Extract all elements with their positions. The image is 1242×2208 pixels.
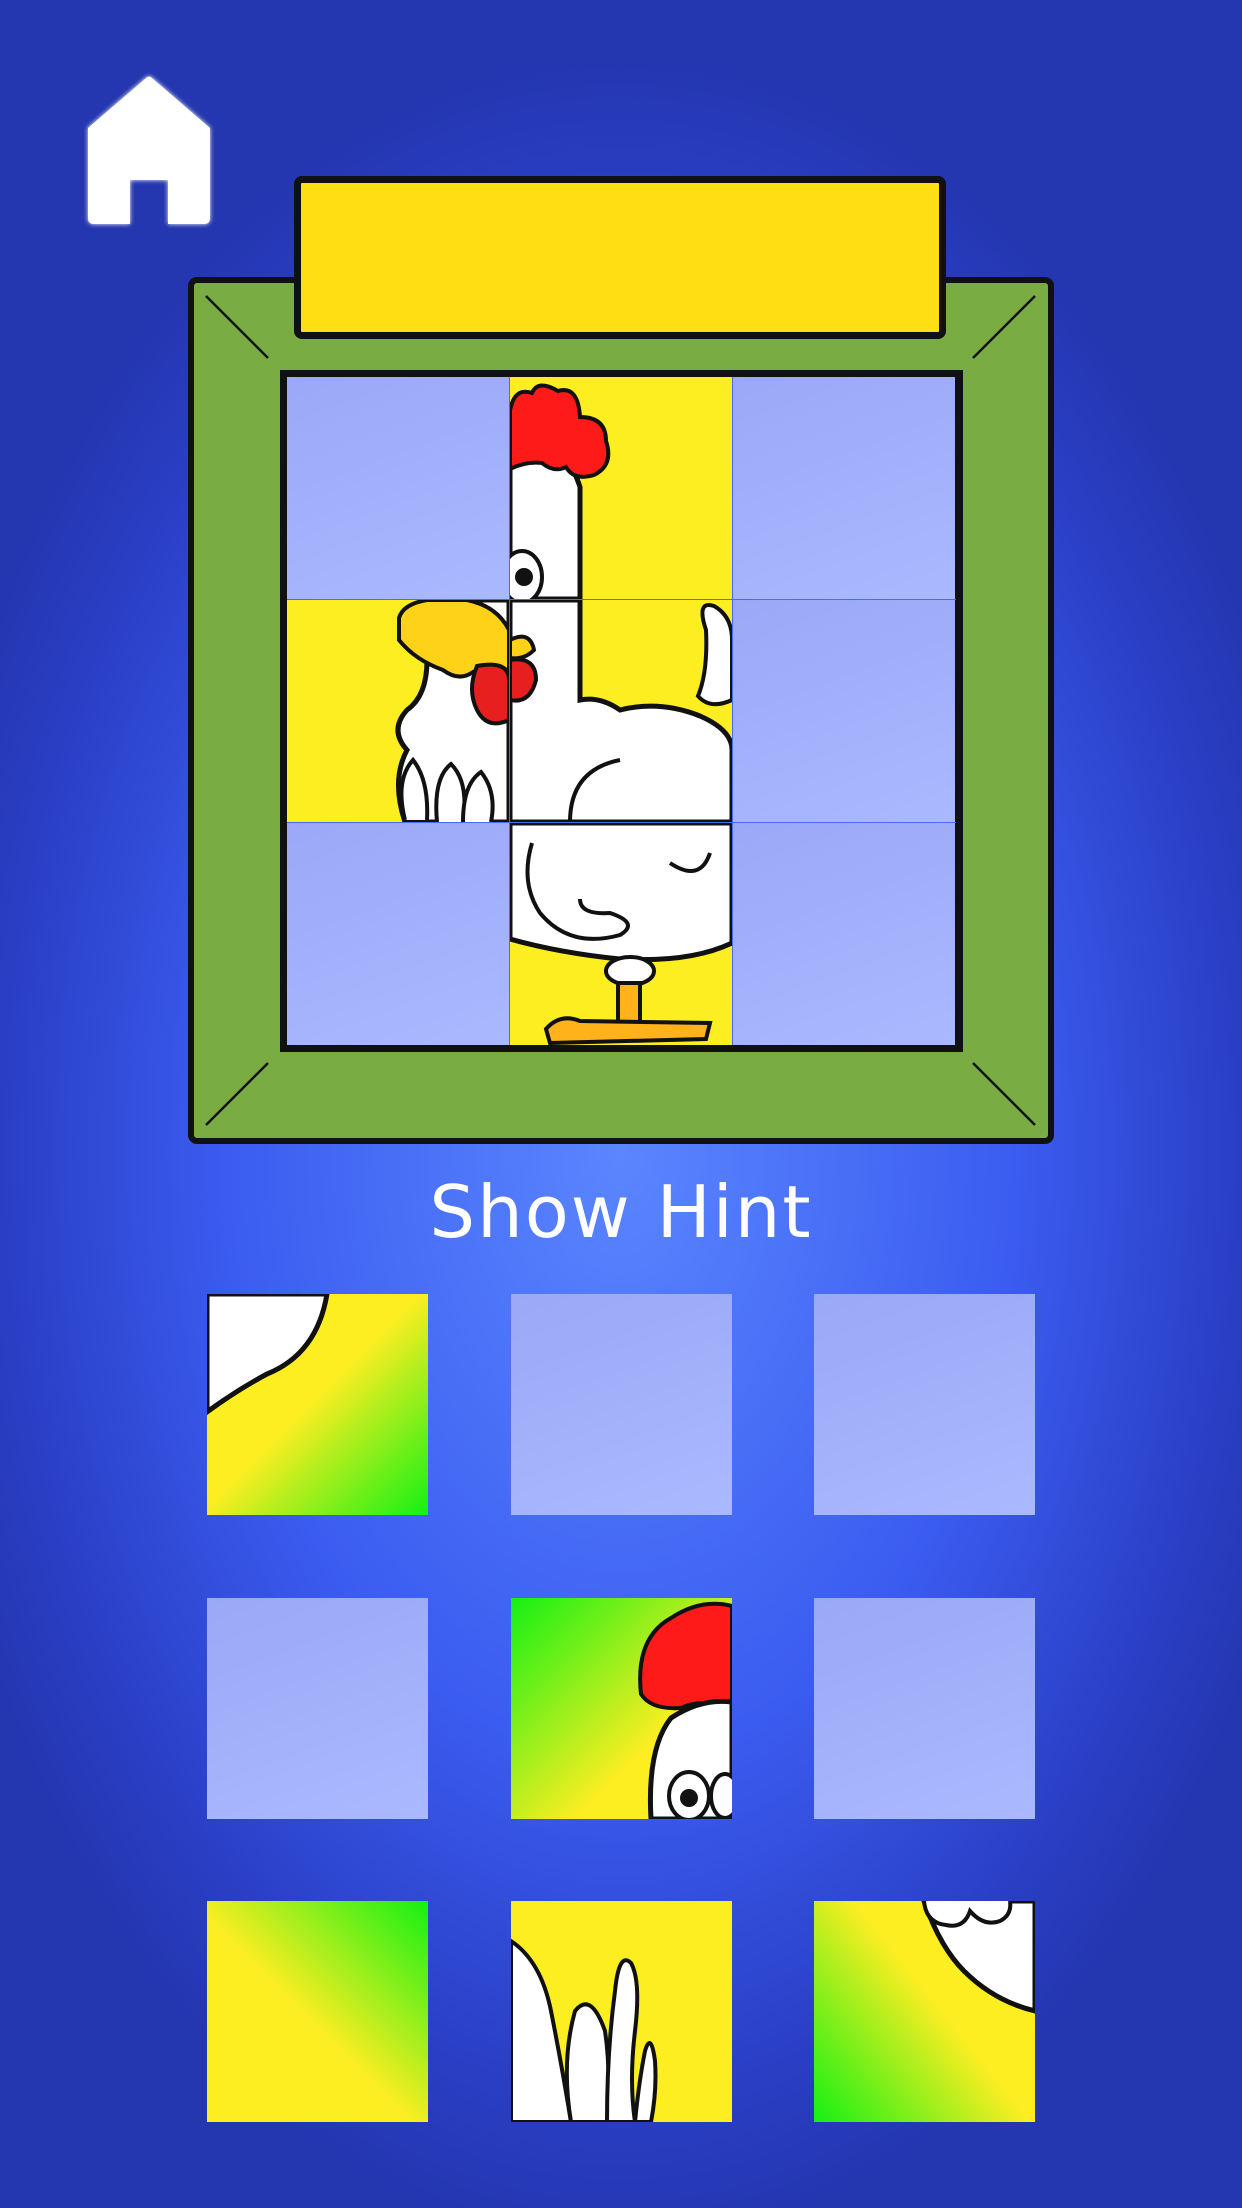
tray-slot-empty (814, 1598, 1035, 1819)
home-button[interactable] (80, 72, 218, 228)
board-slot-top-right[interactable] (733, 377, 955, 599)
tray-piece-comb-and-eyes[interactable] (511, 1598, 732, 1819)
puzzle-board (287, 377, 956, 1045)
board-piece-middle-left[interactable] (287, 597, 512, 825)
house-icon (88, 76, 210, 224)
board-slot-bottom-right[interactable] (733, 823, 955, 1045)
board-piece-top-middle[interactable] (500, 377, 732, 605)
board-slot-bottom-left[interactable] (287, 823, 509, 1045)
tray-slot-empty (814, 1294, 1035, 1515)
grid-line (509, 377, 510, 1045)
tray-slot-empty (511, 1294, 732, 1515)
board-piece-middle-middle[interactable] (507, 597, 735, 825)
tray-piece-wing-fingers[interactable] (511, 1901, 732, 2122)
show-hint-button[interactable]: Show Hint (0, 1170, 1242, 1254)
board-slot-top-left[interactable] (287, 377, 509, 599)
tray-piece-tail-edge[interactable] (207, 1294, 428, 1515)
grid-line (287, 599, 956, 600)
tray-slot-empty (207, 1598, 428, 1819)
tray-piece-body-bottom-right[interactable] (814, 1901, 1035, 2122)
board-slot-middle-right[interactable] (733, 600, 955, 822)
board-piece-bottom-middle[interactable] (507, 820, 735, 1045)
grid-line (732, 377, 733, 1045)
tray-piece-yellow-green-gradient[interactable] (207, 1901, 428, 2122)
title-plate (294, 176, 946, 339)
grid-line (287, 822, 956, 823)
